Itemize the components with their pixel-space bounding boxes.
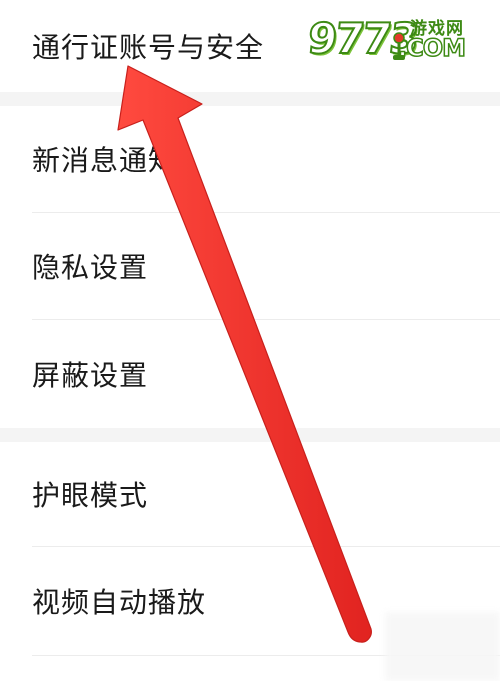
joystick-icon [393, 32, 405, 60]
settings-item-label: 视频自动播放 [32, 586, 207, 619]
section-gap [0, 92, 500, 106]
settings-item-eye-protection[interactable]: 护眼模式 [0, 442, 500, 546]
settings-item-label: 通行证账号与安全 [32, 31, 265, 64]
settings-item-block[interactable]: 屏蔽设置 [0, 320, 500, 428]
settings-screen: 通行证账号与安全 新消息通知 隐私设置 屏蔽设置 护眼模式 视频自动播放 [0, 0, 500, 681]
section-gap [0, 428, 500, 442]
settings-item-label: 新消息通知 [32, 144, 178, 177]
settings-item-label: 护眼模式 [32, 479, 149, 512]
site-watermark-logo: 9773 游戏网 .COM [300, 8, 500, 68]
watermark-domain: .COM [397, 33, 467, 63]
settings-item-label: 屏蔽设置 [32, 359, 149, 392]
settings-item-label: 隐私设置 [32, 251, 149, 284]
settings-item-new-message-notification[interactable]: 新消息通知 [0, 106, 500, 212]
settings-item-privacy[interactable]: 隐私设置 [0, 213, 500, 319]
blurred-region [385, 612, 500, 681]
